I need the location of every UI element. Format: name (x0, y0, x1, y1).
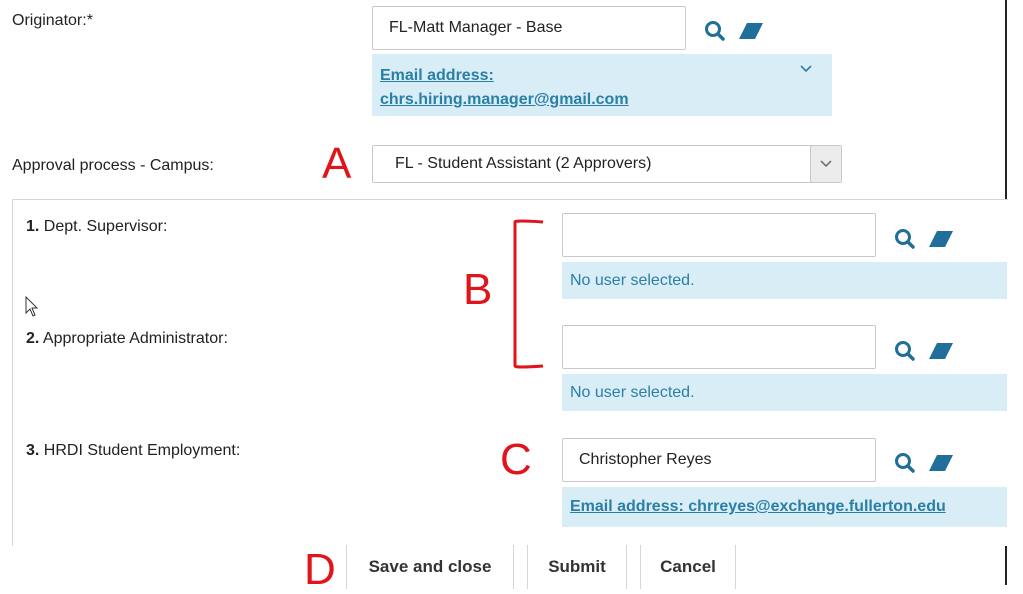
hrdi-student-employment-input[interactable]: Christopher Reyes (562, 438, 876, 482)
marker-d: D (304, 545, 336, 594)
approver-3-label: 3. HRDI Student Employment: (26, 442, 240, 460)
approver-1-number: 1. (26, 218, 40, 235)
approver-2-number: 2. (26, 330, 40, 347)
approval-process-label: Approval process - Campus: (12, 157, 214, 174)
marker-b: B (463, 265, 493, 314)
cancel-button[interactable]: Cancel (640, 545, 736, 589)
originator-eraser-icon[interactable] (738, 22, 764, 40)
marker-c: C (500, 435, 532, 484)
appropriate-administrator-input[interactable] (562, 325, 876, 369)
marker-a: A (322, 139, 352, 188)
originator-input[interactable]: FL-Matt Manager - Base (372, 6, 686, 50)
email-expand-chevron-icon[interactable] (800, 62, 812, 76)
submit-button[interactable]: Submit (527, 545, 627, 589)
email-label-link[interactable]: Email address: (380, 67, 494, 84)
save-and-close-button[interactable]: Save and close (346, 545, 514, 589)
hrdi-email-link[interactable]: Email address: chrreyes@exchange.fullert… (570, 498, 946, 515)
approver-1-label: 1. Dept. Supervisor: (26, 218, 167, 236)
approver-1-title: Dept. Supervisor: (43, 218, 168, 235)
mouse-pointer-icon (25, 296, 39, 317)
appropriate-administrator-status: No user selected. (562, 374, 1007, 411)
originator-value: FL-Matt Manager - Base (389, 19, 563, 36)
appropriate-administrator-search-icon[interactable] (894, 340, 916, 362)
dept-supervisor-search-icon[interactable] (894, 228, 916, 250)
approver-2-label: 2. Appropriate Administrator: (26, 330, 228, 348)
hrdi-student-employment-value: Christopher Reyes (579, 451, 712, 468)
originator-email-link[interactable]: chrs.hiring.manager@gmail.com (380, 91, 629, 108)
hrdi-email-box: Email address: chrreyes@exchange.fullert… (562, 487, 1007, 527)
appropriate-administrator-eraser-icon[interactable] (928, 342, 954, 360)
originator-email-box: Email address: chrs.hiring.manager@gmail… (372, 54, 832, 116)
approver-2-title: Appropriate Administrator: (42, 330, 228, 347)
approval-process-select[interactable]: FL - Student Assistant (2 Approvers) (372, 145, 842, 183)
hrdi-eraser-icon[interactable] (928, 454, 954, 472)
approver-3-number: 3. (26, 442, 40, 459)
originator-label: Originator:* (12, 12, 93, 29)
bracket-b-annotation (513, 219, 544, 369)
approver-3-title: HRDI Student Employment: (43, 442, 241, 459)
select-chevron-down-icon[interactable] (810, 146, 841, 182)
dept-supervisor-status: No user selected. (562, 262, 1007, 299)
dept-supervisor-input[interactable] (562, 213, 876, 257)
approval-process-value: FL - Student Assistant (2 Approvers) (395, 155, 652, 172)
hrdi-search-icon[interactable] (894, 452, 916, 474)
dept-supervisor-eraser-icon[interactable] (928, 230, 954, 248)
originator-search-icon[interactable] (704, 20, 726, 42)
